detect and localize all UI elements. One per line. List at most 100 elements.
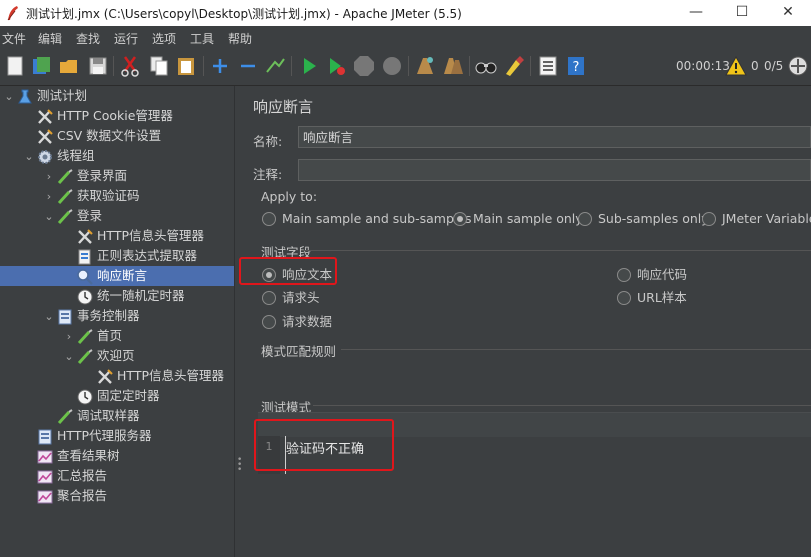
chevron-down-icon[interactable]: ⌄ xyxy=(22,147,36,167)
tree-node-label: HTTP信息头管理器 xyxy=(97,228,204,243)
menu-run[interactable]: 运行 xyxy=(114,30,138,47)
tree-node[interactable]: 统一随机定时器 xyxy=(0,286,234,306)
menu-tools[interactable]: 工具 xyxy=(190,30,214,47)
menu-edit[interactable]: 编辑 xyxy=(38,30,62,47)
warning-icon[interactable] xyxy=(724,54,748,78)
url-sample-radio[interactable]: URL样本 xyxy=(617,287,687,306)
tree-node[interactable]: › 获取验证码 xyxy=(0,186,234,206)
tree-node[interactable]: 固定定时器 xyxy=(0,386,234,406)
tree-node[interactable]: 查看结果树 xyxy=(0,446,234,466)
apply-main-and-sub-radio[interactable]: Main sample and sub-samples xyxy=(262,211,472,227)
tree-node[interactable]: 响应断言 xyxy=(0,266,234,286)
function-helper-icon[interactable] xyxy=(536,54,560,78)
clear-all-icon[interactable] xyxy=(441,54,465,78)
chevron-down-icon[interactable]: ⌄ xyxy=(2,87,16,107)
new-icon[interactable] xyxy=(3,54,27,78)
tree-node[interactable]: 汇总报告 xyxy=(0,466,234,486)
menu-help[interactable]: 帮助 xyxy=(228,30,252,47)
tree-node-label: HTTP信息头管理器 xyxy=(117,368,224,383)
menu-search[interactable]: 查找 xyxy=(76,30,100,47)
tree-node[interactable]: ⌄ 测试计划 xyxy=(0,86,234,106)
tree-node-label: 登录界面 xyxy=(77,168,128,183)
apply-jmeter-variable-radio[interactable]: JMeter Variable N xyxy=(702,211,811,227)
name-label: 名称: xyxy=(253,134,283,149)
paste-icon[interactable] xyxy=(174,54,198,78)
tree-node[interactable]: HTTP信息头管理器 xyxy=(0,366,234,386)
tree-node[interactable]: HTTP Cookie管理器 xyxy=(0,106,234,126)
radio-label: URL样本 xyxy=(637,290,687,305)
shutdown-icon[interactable] xyxy=(380,54,404,78)
open-icon[interactable] xyxy=(57,54,81,78)
apply-main-only-radio[interactable]: Main sample only xyxy=(453,211,583,227)
toolbar-separator xyxy=(469,56,470,76)
thread-count: 0/5 xyxy=(764,59,784,73)
clock-timer-icon xyxy=(76,386,97,406)
radio-indicator[interactable] xyxy=(578,211,592,226)
save-icon[interactable] xyxy=(86,54,110,78)
cut-icon[interactable] xyxy=(118,54,142,78)
tree-node[interactable]: ⌄ 欢迎页 xyxy=(0,346,234,366)
test-plan-tree[interactable]: ⌄ 测试计划 HTTP Cookie管理器 CSV 数据文件设置 ⌄ 线程组 › 登录界面 › 获… xyxy=(0,86,234,557)
apply-sub-only-radio[interactable]: Sub-samples only xyxy=(578,211,709,227)
chevron-right-icon[interactable]: › xyxy=(62,327,76,347)
chevron-right-icon[interactable]: › xyxy=(42,187,56,207)
name-field[interactable]: 响应断言 xyxy=(298,126,811,148)
comment-field[interactable] xyxy=(298,159,811,181)
jmeter-feather-icon xyxy=(7,6,18,21)
collapse-icon[interactable] xyxy=(236,54,260,78)
tree-node[interactable]: HTTP代理服务器 xyxy=(0,426,234,446)
tree-node[interactable]: ⌄ 线程组 xyxy=(0,146,234,166)
chevron-right-icon[interactable]: › xyxy=(42,167,56,187)
tree-node-label: 首页 xyxy=(97,328,123,343)
tree-node[interactable]: 聚合报告 xyxy=(0,486,234,506)
tree-node[interactable]: › 首页 xyxy=(0,326,234,346)
menu-options[interactable]: 选项 xyxy=(152,30,176,47)
tree-node[interactable]: ⌄ 事务控制器 xyxy=(0,306,234,326)
radio-indicator[interactable] xyxy=(702,211,716,226)
section-divider xyxy=(301,250,811,251)
tree-node-label: 调试取样器 xyxy=(77,408,140,423)
radio-indicator[interactable] xyxy=(617,267,631,282)
close-button[interactable]: ✕ xyxy=(765,0,811,26)
pipette-sampler-icon xyxy=(76,346,97,366)
reset-search-icon[interactable] xyxy=(502,54,526,78)
clear-icon[interactable] xyxy=(413,54,437,78)
start-icon[interactable] xyxy=(297,54,321,78)
help-icon[interactable]: ? xyxy=(564,54,588,78)
chevron-down-icon[interactable]: ⌄ xyxy=(42,207,56,227)
radio-label: Sub-samples only xyxy=(598,211,709,226)
chevron-down-icon[interactable]: ⌄ xyxy=(62,347,76,367)
radio-indicator[interactable] xyxy=(617,290,631,305)
stop-icon[interactable] xyxy=(352,54,376,78)
splitter-grip-icon[interactable]: • • • xyxy=(237,456,242,475)
tree-node[interactable]: ⌄ 登录 xyxy=(0,206,234,226)
minimize-button[interactable]: — xyxy=(673,0,719,26)
tree-node[interactable]: HTTP信息头管理器 xyxy=(0,226,234,246)
radio-indicator[interactable] xyxy=(453,211,467,226)
tree-node[interactable]: CSV 数据文件设置 xyxy=(0,126,234,146)
maximize-button[interactable]: ☐ xyxy=(719,0,765,26)
start-no-pause-icon[interactable] xyxy=(324,54,348,78)
radio-indicator[interactable] xyxy=(262,314,276,329)
search-icon[interactable] xyxy=(474,54,498,78)
toolbar-separator xyxy=(530,56,531,76)
tree-node-label: 正则表达式提取器 xyxy=(97,248,198,263)
tree-node[interactable]: › 登录界面 xyxy=(0,166,234,186)
section-divider xyxy=(341,349,811,350)
tree-node-label: HTTP Cookie管理器 xyxy=(57,108,173,123)
request-headers-radio[interactable]: 请求头 xyxy=(262,287,320,306)
request-data-radio[interactable]: 请求数据 xyxy=(262,311,332,330)
chevron-down-icon[interactable]: ⌄ xyxy=(42,307,56,327)
toggle-icon[interactable] xyxy=(263,54,287,78)
pipette-sampler-icon xyxy=(56,206,77,226)
radio-indicator[interactable] xyxy=(262,211,276,226)
expand-icon[interactable] xyxy=(208,54,232,78)
tree-node[interactable]: 正则表达式提取器 xyxy=(0,246,234,266)
tree-node[interactable]: 调试取样器 xyxy=(0,406,234,426)
menu-file[interactable]: 文件 xyxy=(2,30,26,47)
split-pane-divider[interactable]: • • • xyxy=(234,86,243,557)
radio-indicator[interactable] xyxy=(262,290,276,305)
response-code-radio[interactable]: 响应代码 xyxy=(617,264,687,283)
templates-icon[interactable] xyxy=(29,54,53,78)
copy-icon[interactable] xyxy=(147,54,171,78)
